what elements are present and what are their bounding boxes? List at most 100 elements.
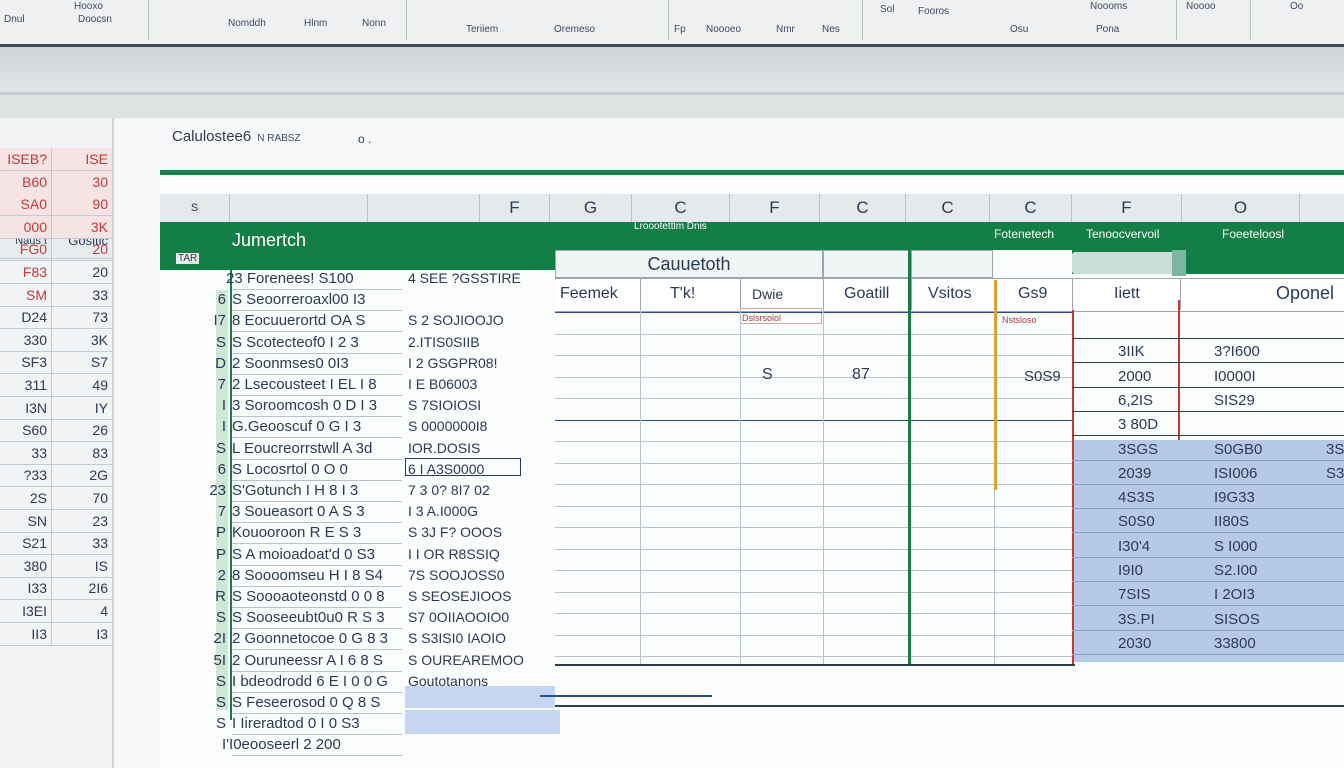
right-table-cell[interactable]: 2039 bbox=[1118, 465, 1151, 482]
back-sheet-cell[interactable]: 33 bbox=[52, 532, 112, 554]
back-sheet-cell[interactable]: SF3 bbox=[0, 351, 52, 374]
right-table-cell[interactable]: SIS29 bbox=[1214, 392, 1255, 409]
back-sheet-cell[interactable]: SM bbox=[0, 283, 52, 306]
back-sheet-cell[interactable]: S60 bbox=[0, 419, 52, 442]
list-item-name[interactable]: S Locosrtol 0 O 0 bbox=[232, 461, 348, 478]
list-item-name[interactable]: 23 Forenees! S100 bbox=[226, 270, 354, 287]
ribbon-item[interactable]: Osu bbox=[1010, 24, 1028, 35]
right-table-cell[interactable]: 2000 bbox=[1118, 368, 1151, 385]
back-sheet-cell[interactable]: 20 bbox=[52, 238, 112, 260]
row-number[interactable]: S bbox=[202, 694, 226, 711]
ribbon-item[interactable]: Noooo bbox=[1186, 1, 1215, 12]
back-sheet-cell[interactable]: 73 bbox=[52, 306, 112, 328]
back-sheet-cell[interactable]: 23 bbox=[52, 510, 112, 532]
list-item-name[interactable]: S A moioadoat'd 0 S3 bbox=[232, 546, 375, 563]
list-item-value[interactable]: I 3 A.I000G bbox=[408, 503, 478, 519]
right-table-cell[interactable]: 3SGS bbox=[1118, 441, 1158, 458]
list-item-value[interactable]: I 2 GSGPR08! bbox=[408, 355, 497, 371]
column-header[interactable]: O bbox=[1182, 194, 1300, 222]
column-header[interactable]: C bbox=[820, 194, 906, 222]
list-item-name[interactable]: 2 Goonnetocoe 0 G 8 3 bbox=[232, 630, 388, 647]
column-header[interactable]: S bbox=[160, 194, 230, 222]
list-item-name[interactable]: I Iireradtod 0 I 0 S3 bbox=[232, 715, 360, 732]
banner-tab[interactable]: TAR bbox=[176, 253, 200, 264]
right-table-cell[interactable]: 4S3S bbox=[1118, 489, 1155, 506]
back-sheet-cell[interactable]: 3K bbox=[52, 216, 112, 238]
back-sheet-cell[interactable]: 311 bbox=[0, 374, 52, 396]
back-sheet-cell[interactable]: 30 bbox=[52, 171, 112, 193]
active-cell[interactable] bbox=[405, 458, 521, 476]
back-sheet-cell[interactable]: I3 bbox=[52, 623, 112, 645]
back-sheet-cell[interactable]: ?33 bbox=[0, 464, 52, 487]
right-table-cell[interactable]: 7SIS bbox=[1118, 586, 1151, 603]
ribbon-item[interactable]: Nomddh bbox=[228, 18, 266, 29]
subheader[interactable]: Iiett bbox=[1114, 285, 1140, 303]
highlight-cell[interactable] bbox=[405, 710, 560, 734]
right-table-cell[interactable]: I0000I bbox=[1214, 368, 1256, 385]
right-table-cell[interactable]: ISI006 bbox=[1214, 465, 1257, 482]
row-number[interactable]: I bbox=[202, 397, 226, 414]
column-header[interactable]: C bbox=[906, 194, 990, 222]
back-sheet-cell[interactable]: II3 bbox=[0, 622, 52, 645]
back-sheet-cell[interactable]: 2S bbox=[0, 487, 52, 509]
ribbon-item[interactable]: Doocsn bbox=[78, 14, 112, 25]
right-table-cell[interactable]: S3 bbox=[1326, 465, 1344, 482]
row-number[interactable]: S bbox=[202, 673, 226, 690]
list-item-value[interactable]: S 7SIOIOSI bbox=[408, 397, 481, 413]
row-number[interactable]: 7 bbox=[202, 503, 226, 520]
list-item-name[interactable]: S Sooseeubt0u0 R S 3 bbox=[232, 609, 385, 626]
back-sheet-cell[interactable]: SA0 bbox=[0, 193, 52, 216]
row-number[interactable]: 23 bbox=[202, 482, 226, 499]
back-sheet-cell[interactable]: ISE bbox=[52, 148, 112, 170]
subheader[interactable]: T'k! bbox=[670, 285, 695, 303]
ribbon-item[interactable]: Dnul bbox=[4, 14, 25, 25]
right-table-cell[interactable]: S0S0 bbox=[1118, 513, 1155, 530]
back-sheet-cell[interactable]: 90 bbox=[52, 193, 112, 215]
back-sheet-cell[interactable]: 33 bbox=[52, 284, 112, 306]
ribbon-item[interactable]: Noooms bbox=[1090, 1, 1127, 12]
ribbon-item[interactable]: Nmr bbox=[776, 24, 795, 35]
row-number[interactable]: I bbox=[202, 418, 226, 435]
list-item-value[interactable]: 2.ITIS0SIIB bbox=[408, 334, 480, 350]
column-header[interactable]: F bbox=[480, 194, 550, 222]
back-sheet-cell[interactable]: I33 bbox=[0, 577, 52, 600]
column-header[interactable] bbox=[230, 194, 368, 222]
back-sheet-cell[interactable]: 330 bbox=[0, 328, 52, 351]
row-number[interactable]: S bbox=[202, 609, 226, 626]
ribbon-item[interactable]: Hlnm bbox=[304, 18, 327, 29]
right-table-cell[interactable]: 3 80D bbox=[1118, 416, 1158, 433]
list-item-name[interactable]: S Soooaoteonstd 0 0 8 bbox=[232, 588, 385, 605]
list-item-name[interactable]: G.Geooscuf 0 G I 3 bbox=[232, 418, 361, 435]
ribbon-item[interactable]: Oo bbox=[1290, 1, 1303, 12]
ribbon-item[interactable]: Noooeo bbox=[706, 24, 741, 35]
list-item-value[interactable]: S S3ISI0 IAOIO bbox=[408, 630, 506, 646]
list-item-name[interactable]: S'Gotunch I H 8 I 3 bbox=[232, 482, 358, 499]
back-sheet-cell[interactable]: 2G bbox=[52, 464, 112, 486]
row-number[interactable]: 5I bbox=[202, 652, 226, 669]
subheader[interactable]: Dwie bbox=[752, 286, 783, 302]
list-item-value[interactable]: I E B06003 bbox=[408, 376, 477, 392]
column-header[interactable] bbox=[368, 194, 480, 222]
ribbon-item[interactable]: Pona bbox=[1096, 24, 1119, 35]
back-sheet-cell[interactable]: I3EI bbox=[0, 600, 52, 622]
ribbon-item[interactable]: Teriiem bbox=[466, 24, 498, 35]
back-sheet-cell[interactable]: IS bbox=[52, 555, 112, 577]
row-number[interactable]: 7 bbox=[202, 376, 226, 393]
back-sheet-cell[interactable]: 20 bbox=[52, 261, 112, 283]
list-item-name[interactable]: 2 Ouruneessr A I 6 8 S bbox=[232, 652, 383, 669]
row-number[interactable]: P bbox=[202, 524, 226, 541]
column-header[interactable]: F bbox=[1072, 194, 1182, 222]
list-item-name[interactable]: S Feseerosod 0 Q 8 S bbox=[232, 694, 380, 711]
cell-value[interactable]: S0S9 bbox=[1024, 368, 1061, 385]
subheader[interactable]: Feemek bbox=[560, 285, 618, 303]
back-sheet-cell[interactable]: 70 bbox=[52, 487, 112, 509]
row-number[interactable]: 6 bbox=[202, 461, 226, 478]
ribbon-item[interactable]: Hooxo bbox=[74, 1, 103, 12]
back-sheet-cell[interactable]: 4 bbox=[52, 600, 112, 622]
back-sheet-cell[interactable]: 26 bbox=[52, 419, 112, 441]
list-item-name[interactable]: I'I0eooseerl 2 200 bbox=[222, 736, 341, 753]
list-item-name[interactable]: 3 Soroomcosh 0 D I 3 bbox=[232, 397, 377, 414]
back-sheet-cell[interactable]: SN bbox=[0, 509, 52, 532]
back-sheet-cell[interactable]: ISEB? bbox=[0, 148, 52, 170]
right-table-cell[interactable]: 33800 bbox=[1214, 635, 1256, 652]
